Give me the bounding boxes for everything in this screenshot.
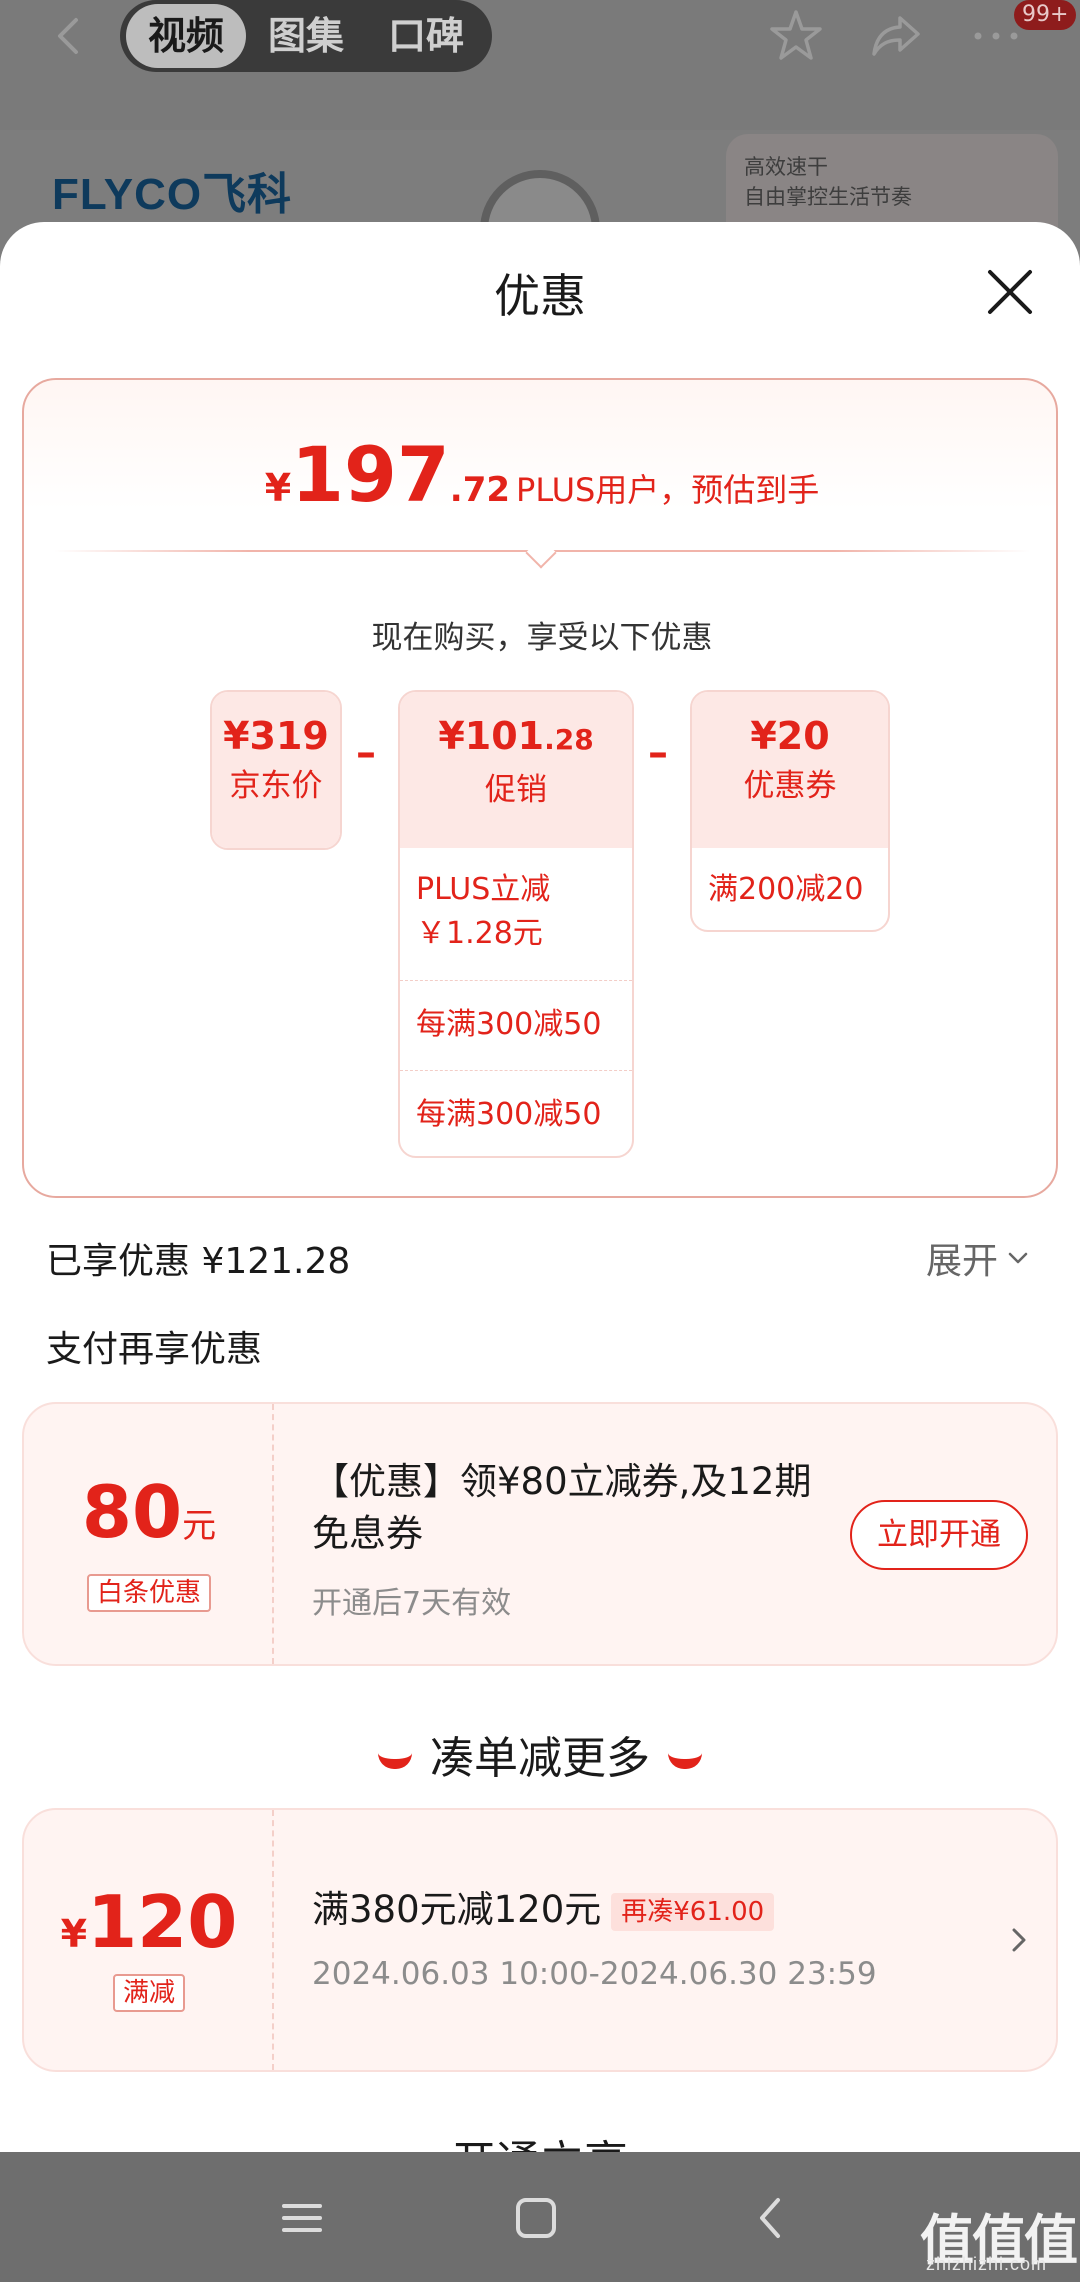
coupon-head: ¥20 优惠券: [692, 692, 888, 848]
more-section-label: 凑单减更多: [430, 1733, 650, 1784]
menu-icon[interactable]: [274, 2190, 330, 2246]
fill-order-tag: 再凑¥61.00: [611, 1892, 775, 1931]
pay-section-title: 支付再享优惠: [46, 1329, 263, 1370]
coupon-item: 满200减20: [708, 872, 864, 907]
star-icon[interactable]: [766, 6, 826, 66]
coupon-title: 【优惠】领¥80立减券,及12期免息券: [312, 1460, 812, 1555]
expand-button[interactable]: 展开: [926, 1232, 1030, 1284]
notification-badge: 99+: [1014, 0, 1077, 30]
estimated-price: ¥197.72 PLUS用户，预估到手: [24, 430, 1060, 519]
coupon-amount: 80元: [24, 1470, 274, 1554]
product-header: 视频 图集 口碑 99+: [0, 0, 1080, 130]
promotion-amount: ¥101.28: [400, 692, 632, 762]
peek-section-label: 开通立享: [452, 2137, 628, 2152]
tab-reviews[interactable]: 口碑: [366, 4, 486, 68]
price-label: PLUS用户，预估到手: [516, 471, 820, 509]
promotion-amount-int: ¥101: [438, 714, 545, 758]
coupon-subtitle: 开通后7天有效: [312, 1586, 512, 1621]
minus-sign: –: [648, 730, 668, 776]
chevron-down-icon: [1008, 1252, 1028, 1264]
coupon-tag-wrap: 白条优惠: [24, 1574, 274, 1612]
tab-gallery[interactable]: 图集: [246, 4, 366, 68]
sheet-title: 优惠: [494, 269, 586, 323]
coupon-value: 80元 白条优惠: [24, 1404, 274, 1664]
peek-section-title: 开通立享: [0, 2126, 1080, 2152]
baitiao-coupon-card[interactable]: 80元 白条优惠 【优惠】领¥80立减券,及12期免息券 开通后7天有效 立即开…: [22, 1402, 1058, 1666]
currency-symbol: ¥: [264, 466, 292, 510]
brand-logo: FLYCO飞科: [52, 170, 293, 219]
promotion-item: 每满300减50: [400, 1070, 632, 1156]
coupon-tag: 满减: [112, 1974, 185, 2012]
coupon-amount: ¥20: [750, 714, 830, 758]
coupon-period: 2024.06.03 10:00-2024.06.30 23:59: [312, 1956, 877, 1992]
expand-label: 展开: [926, 1241, 999, 1282]
full-reduction-card[interactable]: ¥120 满减 满380元减120元 再凑¥61.00 2024.06.03 10…: [22, 1808, 1058, 2072]
media-tabs: 视频 图集 口碑: [120, 0, 492, 72]
banner-card-line: 自由掌控生活节奏: [744, 185, 912, 209]
promotion-head: ¥101.28 促销: [400, 692, 632, 848]
smile-decoration-icon: [378, 1753, 412, 1769]
promotion-box: ¥101.28 促销 PLUS立减 ￥1.28元 每满300减50 每满300减…: [398, 690, 634, 1158]
price-decimal: .72: [449, 470, 511, 510]
coupon-label: 优惠券: [743, 768, 837, 804]
background-page: 视频 图集 口碑 99+ FLYCO飞科 高效速干 自由掌控生活节奏: [0, 0, 1080, 290]
activate-button[interactable]: 立即开通: [850, 1500, 1028, 1570]
list-price-label: 京东价: [229, 768, 323, 804]
minus-sign: –: [356, 730, 376, 776]
promotion-label: 促销: [485, 772, 547, 808]
coupon-tag-wrap: 满减: [24, 1974, 274, 2012]
divider-notch: [525, 537, 557, 569]
tab-video[interactable]: 视频: [126, 4, 246, 68]
close-icon[interactable]: [980, 262, 1040, 322]
back-icon[interactable]: [744, 2190, 800, 2246]
price-integer: 197: [291, 430, 450, 519]
discount-sheet: 优惠 ¥197.72 PLUS用户，预估到手 现在购买，享受以下优惠 ¥319 京…: [0, 222, 1080, 2152]
buy-note: 现在购买，享受以下优惠: [371, 620, 713, 656]
banner-card-line: 高效速干: [744, 155, 828, 179]
coupon-title-row: 满380元减120元 再凑¥61.00: [312, 1884, 775, 1936]
watermark-url: zhizhizhi.com: [926, 2254, 1048, 2274]
promotion-amount-dec: .28: [544, 723, 594, 756]
system-navigation-bar: [0, 2152, 1080, 2282]
promotion-item: PLUS立减 ￥1.28元: [416, 872, 551, 951]
coupon-amount-number: 80: [81, 1470, 183, 1554]
coupon-amount-unit: 元: [182, 1506, 217, 1546]
coupon-tag: 白条优惠: [86, 1574, 211, 1612]
home-icon[interactable]: [508, 2190, 564, 2246]
share-icon[interactable]: [866, 6, 926, 66]
price-summary-card: ¥197.72 PLUS用户，预估到手 现在购买，享受以下优惠 ¥319 京东价 …: [22, 378, 1058, 1198]
coupon-currency: ¥: [60, 1912, 88, 1956]
coupon-amount: ¥120: [24, 1880, 274, 1964]
list-price-box: ¥319 京东价: [210, 690, 342, 850]
list-price-amount: ¥319: [223, 714, 329, 758]
coupon-value: ¥120 满减: [24, 1810, 274, 2070]
smile-decoration-icon: [668, 1753, 702, 1769]
coupon-box: ¥20 优惠券 满200减20: [690, 690, 890, 932]
promotion-item: 每满300减50: [400, 980, 632, 1070]
coupon-amount-number: 120: [87, 1880, 238, 1964]
back-arrow-icon[interactable]: [48, 14, 92, 58]
coupon-title: 满380元减120元: [312, 1888, 602, 1931]
enjoyed-discount: 已享优惠 ¥121.28: [46, 1241, 351, 1282]
more-section-title: 凑单减更多: [0, 1722, 1080, 1786]
chevron-right-icon[interactable]: [1004, 1922, 1034, 1958]
list-price-head: ¥319 京东价: [212, 692, 340, 848]
